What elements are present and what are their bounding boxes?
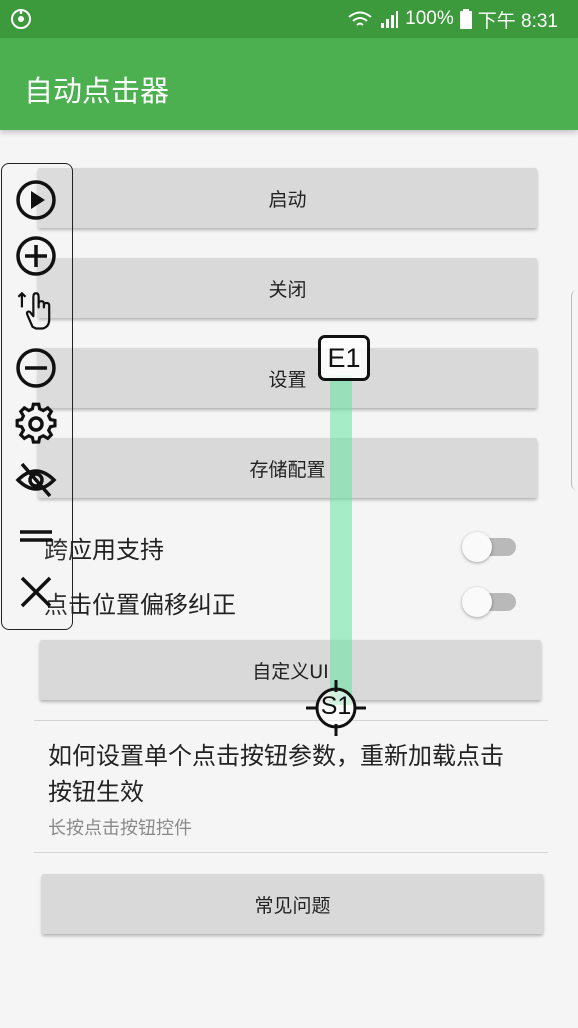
help-subtitle: 长按点击按钮控件 [48, 818, 192, 839]
status-bar: 100% 下午 8:31 [0, 0, 578, 38]
app-status-icon [11, 9, 31, 29]
divider [34, 852, 548, 853]
swipe-start-marker[interactable]: S1 [304, 678, 368, 738]
custom-ui-button[interactable]: 自定义UI [40, 640, 541, 700]
wifi-icon [348, 11, 372, 26]
close-icon[interactable] [14, 570, 58, 614]
remove-icon[interactable] [14, 346, 58, 390]
swipe-start-label: S1 [320, 692, 352, 720]
status-time: 下午 8:31 [477, 10, 558, 32]
edge-handle[interactable] [571, 290, 578, 490]
toggle-thumb [462, 532, 492, 562]
settings-button[interactable]: 设置 [38, 348, 537, 408]
hide-eye-icon[interactable] [14, 458, 58, 502]
swipe-path [330, 375, 352, 705]
cross-app-toggle[interactable] [462, 532, 518, 562]
swipe-gesture-icon[interactable] [14, 288, 58, 332]
app-bar: 自动点击器 [0, 38, 578, 130]
battery-percent: 100% [405, 8, 454, 29]
offset-correction-toggle[interactable] [462, 587, 518, 617]
play-icon[interactable] [14, 178, 58, 222]
setting-row-offset-correction: 点击位置偏移纠正 [0, 575, 578, 625]
drag-handle-icon[interactable] [14, 514, 58, 558]
battery-icon [459, 9, 472, 29]
setting-row-cross-app: 跨应用支持 [0, 520, 578, 570]
save-config-button[interactable]: 存储配置 [38, 438, 537, 498]
swipe-end-marker[interactable]: E1 [318, 335, 370, 381]
close-button[interactable]: 关闭 [38, 258, 537, 318]
help-title[interactable]: 如何设置单个点击按钮参数，重新加载点击按钮生效 [48, 738, 508, 810]
faq-button[interactable]: 常见问题 [42, 874, 543, 934]
divider [34, 720, 548, 721]
start-button[interactable]: 启动 [38, 168, 537, 228]
app-title: 自动点击器 [24, 74, 170, 108]
settings-gear-icon[interactable] [14, 402, 58, 446]
swipe-end-label: E1 [327, 342, 361, 373]
signal-icon [381, 11, 399, 28]
add-icon[interactable] [14, 234, 58, 278]
status-right: 100% 下午 8:31 [347, 5, 558, 33]
floating-toolbar [1, 163, 73, 630]
toggle-thumb [462, 587, 492, 617]
